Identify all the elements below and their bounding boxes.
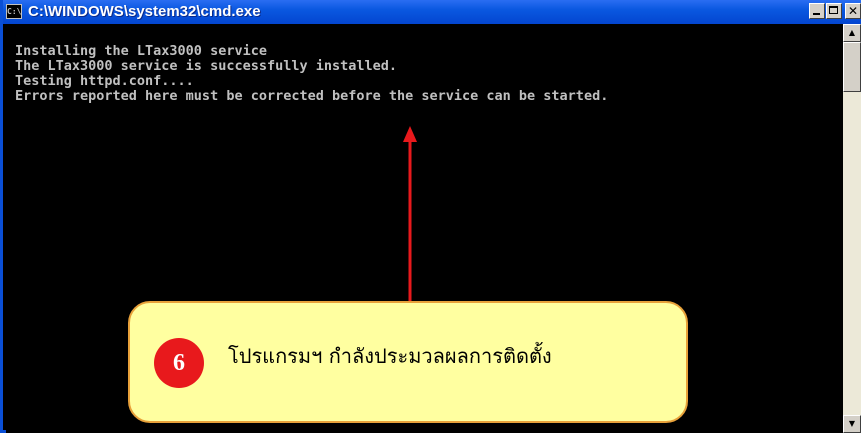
scroll-down-button[interactable]: ▼ bbox=[843, 415, 861, 433]
minimize-icon bbox=[813, 13, 820, 15]
minimize-button[interactable] bbox=[809, 3, 825, 19]
console-line: Testing httpd.conf.... bbox=[15, 73, 194, 89]
console-line: The LTax3000 service is successfully ins… bbox=[15, 58, 398, 74]
scroll-up-button[interactable]: ▲ bbox=[843, 24, 861, 42]
maximize-button[interactable] bbox=[826, 3, 842, 19]
close-icon: ✕ bbox=[847, 4, 859, 18]
arrow-up-icon: ▲ bbox=[848, 28, 856, 37]
cmd-icon[interactable]: C:\ bbox=[6, 4, 22, 19]
callout-text: โปรแกรมฯ กำลังประมวลผลการติดตั้ง bbox=[228, 344, 552, 368]
scroll-thumb[interactable] bbox=[843, 42, 861, 92]
vertical-scrollbar[interactable]: ▲ ▼ bbox=[843, 24, 861, 433]
close-button[interactable]: ✕ bbox=[845, 3, 861, 19]
arrow-down-icon: ▼ bbox=[848, 419, 856, 428]
title-bar[interactable]: C:\ C:\WINDOWS\system32\cmd.exe ✕ bbox=[3, 0, 861, 24]
maximize-icon bbox=[829, 6, 838, 14]
step-number-badge: 6 bbox=[154, 338, 204, 388]
step-callout: 6 โปรแกรมฯ กำลังประมวลผลการติดตั้ง bbox=[128, 301, 688, 423]
console-line: Installing the LTax3000 service bbox=[15, 43, 267, 59]
console-line: Errors reported here must be corrected b… bbox=[15, 88, 609, 104]
window-title: C:\WINDOWS\system32\cmd.exe bbox=[28, 3, 261, 20]
